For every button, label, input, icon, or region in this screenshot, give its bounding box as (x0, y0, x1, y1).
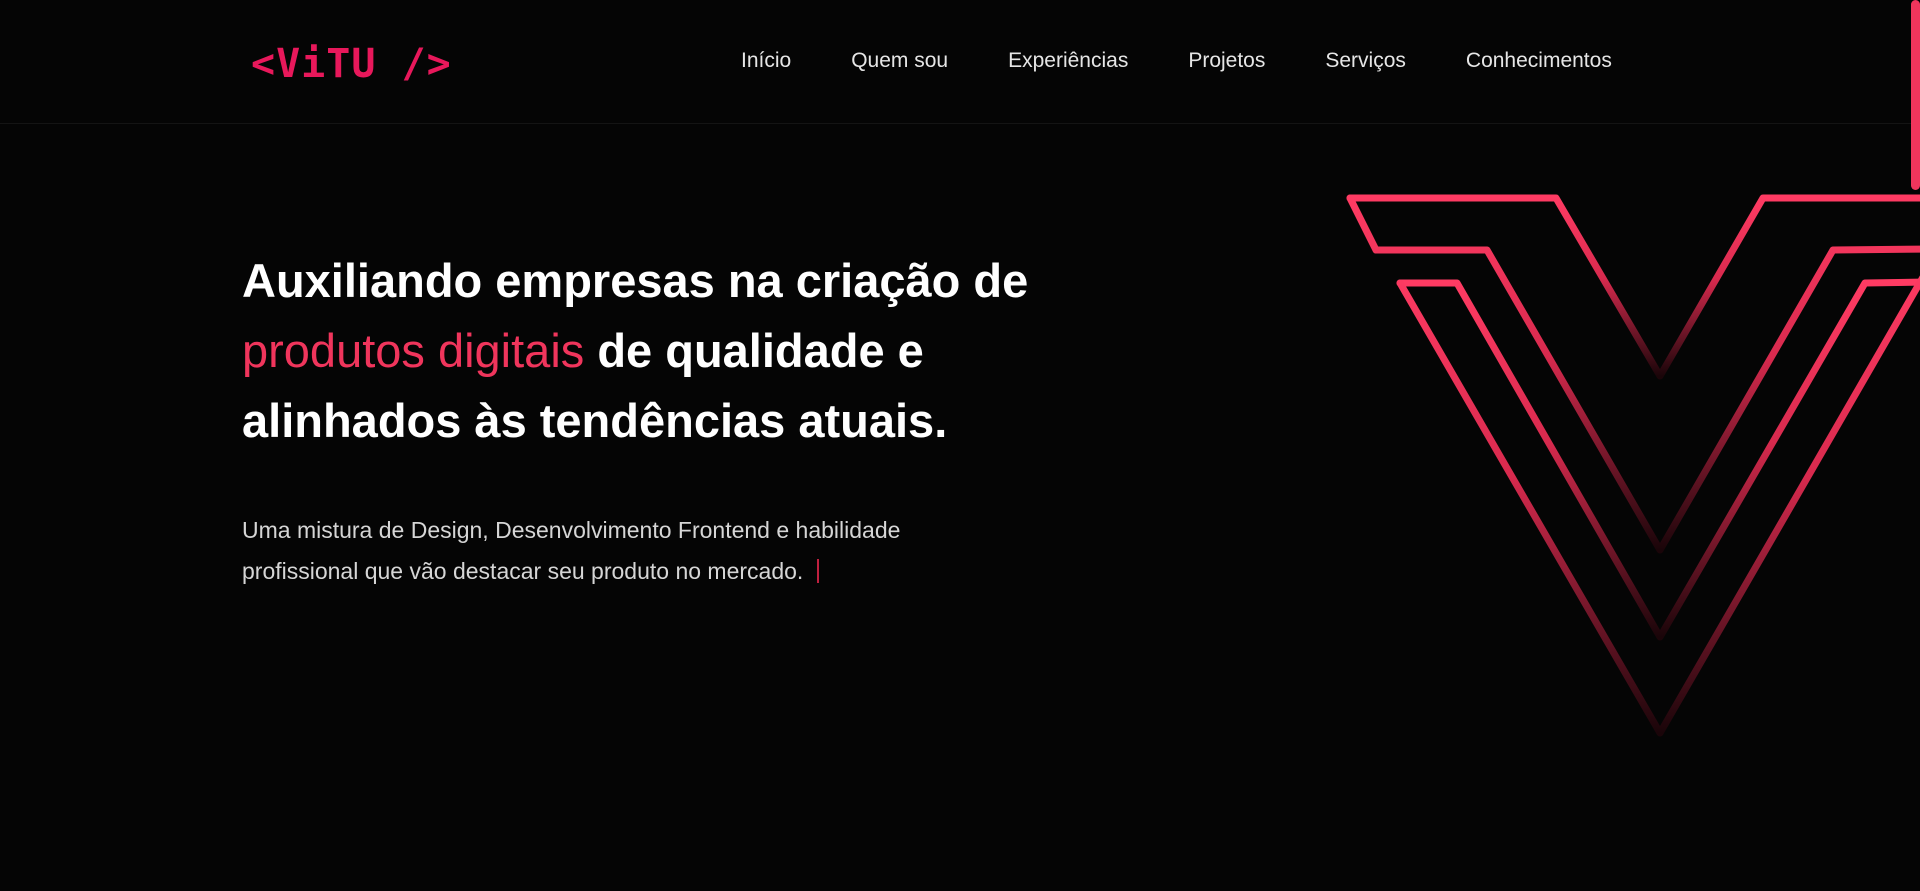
site-header: <ViTU /> Início Quem sou Experiências Pr… (0, 0, 1920, 124)
nav-link-projetos[interactable]: Projetos (1188, 44, 1265, 78)
hero-subtitle-text: Uma mistura de Design, Desenvolvimento F… (242, 517, 901, 584)
nav-item-conhecimentos: Conhecimentos (1466, 44, 1612, 78)
hero-subtitle: Uma mistura de Design, Desenvolvimento F… (242, 510, 1002, 592)
v-logo-lines-icon (1346, 194, 1920, 737)
v-inner-line (1396, 278, 1920, 641)
nav-item-servicos: Serviços (1325, 44, 1466, 78)
nav-link-servicos[interactable]: Serviços (1325, 44, 1406, 78)
page-scrollbar[interactable] (1910, 0, 1920, 891)
v-middle-line (1346, 194, 1920, 554)
hero-title-accent: produtos digitais (242, 324, 585, 377)
v-base-line (1396, 275, 1920, 737)
nav-link-experiencias[interactable]: Experiências (1008, 44, 1128, 78)
hero-title: Auxiliando empresas na criação de produt… (242, 246, 1102, 456)
nav-list: Início Quem sou Experiências Projetos Se… (741, 44, 1612, 78)
page: <ViTU /> Início Quem sou Experiências Pr… (0, 0, 1920, 891)
nav-link-inicio[interactable]: Início (741, 44, 791, 78)
nav-item-quem-sou: Quem sou (851, 44, 1008, 78)
nav-item-experiencias: Experiências (1008, 44, 1188, 78)
nav-link-conhecimentos[interactable]: Conhecimentos (1466, 44, 1612, 78)
nav-item-inicio: Início (741, 44, 851, 78)
logo-link[interactable]: <ViTU /> (251, 36, 452, 92)
hero-title-part1: Auxiliando empresas na criação de (242, 254, 1029, 307)
scrollbar-thumb[interactable] (1911, 0, 1920, 190)
nav-link-quem-sou[interactable]: Quem sou (851, 44, 948, 78)
typing-cursor (817, 559, 820, 583)
nav-item-projetos: Projetos (1188, 44, 1325, 78)
